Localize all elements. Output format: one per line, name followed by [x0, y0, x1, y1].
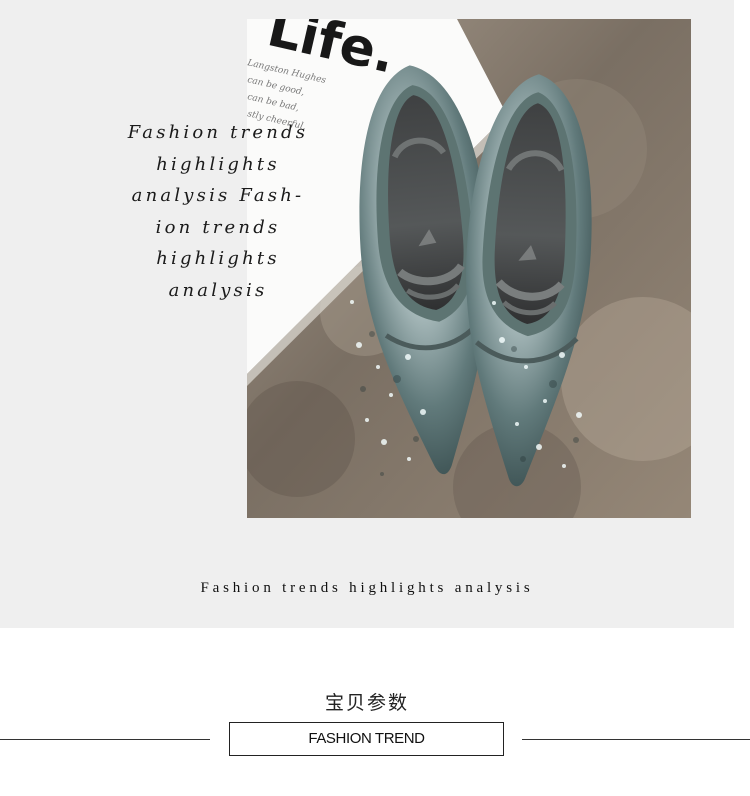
overlay-text-line: analysis	[168, 279, 268, 301]
right-divider	[522, 739, 750, 740]
overlay-script-text: Fashion trends highlights analysis Fash-…	[106, 117, 330, 306]
overlay-text-line: ion trends	[155, 216, 281, 238]
section-title: 宝贝参数	[324, 692, 409, 714]
overlay-text-line: highlights	[156, 248, 280, 269]
product-detail-page: Life. Langston Hughes can be good, can b…	[0, 0, 750, 796]
hero-caption: Fashion trends highlights analysis	[200, 580, 534, 596]
overlay-text-line: highlights	[156, 153, 280, 175]
fashion-trend-badge: FASHION TREND	[229, 722, 504, 756]
overlay-text-line: Fashion trends	[127, 122, 309, 143]
fashion-trend-label: FASHION TREND	[308, 730, 425, 747]
left-divider	[0, 739, 210, 740]
overlay-text-line: analysis Fash-	[131, 185, 305, 206]
hero-panel: Life. Langston Hughes can be good, can b…	[0, 0, 734, 628]
